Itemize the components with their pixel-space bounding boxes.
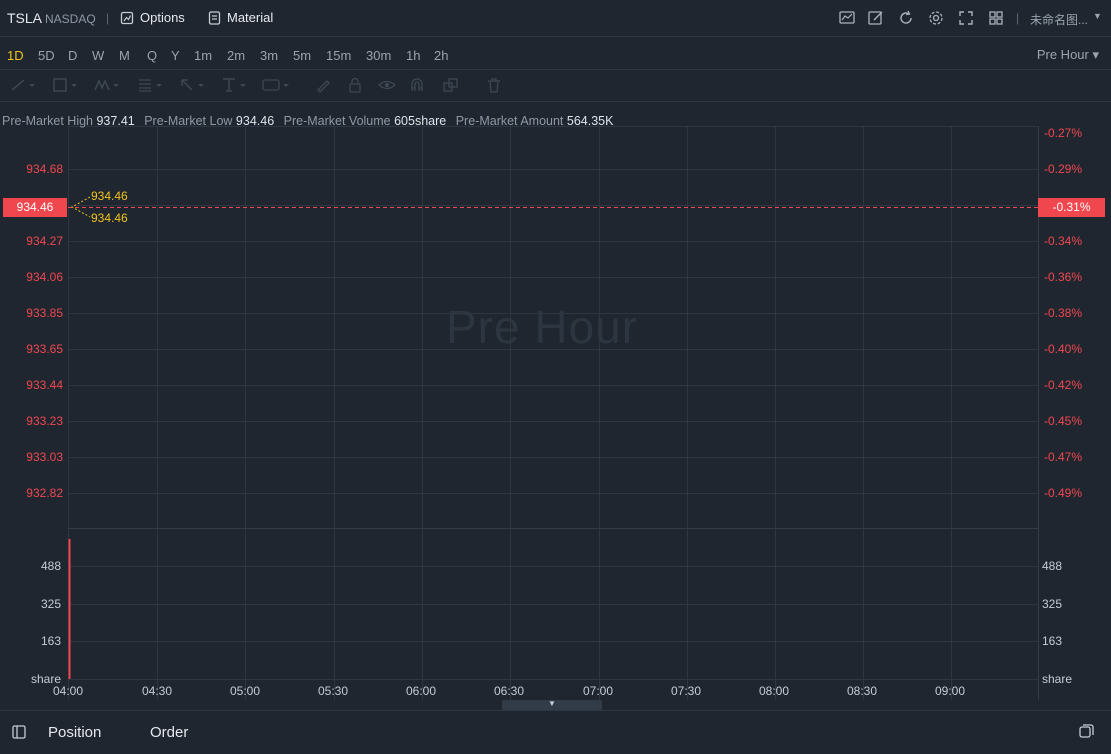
time-axis-label: 07:30	[670, 684, 702, 698]
high-marker-label: 934.46	[91, 189, 128, 203]
pct-axis-label: -0.42%	[1044, 378, 1083, 392]
tab-order[interactable]: Order	[150, 724, 188, 741]
pct-axis-label: -0.40%	[1044, 342, 1083, 356]
bottom-panel-bar: Position Order	[0, 710, 1111, 754]
pct-axis-label: -0.47%	[1044, 450, 1083, 464]
time-axis-label: 09:00	[934, 684, 966, 698]
price-axis-label: 934.06	[26, 270, 63, 284]
time-axis-label: 07:00	[582, 684, 614, 698]
pct-axis-label: -0.49%	[1044, 486, 1083, 500]
time-axis-label: 06:30	[493, 684, 525, 698]
price-axis-label: 933.23	[26, 414, 63, 428]
chevron-down-icon: ▼	[548, 699, 556, 708]
current-pct-tag: -0.31%	[1038, 198, 1105, 217]
premarket-low-value: 934.46	[235, 114, 275, 128]
volume-axis-label-right: 325	[1042, 597, 1063, 611]
premarket-amount-label: Pre-Market Amount	[455, 114, 564, 128]
volume-axis-label-left: 163	[41, 634, 62, 648]
volume-axis-label-right: 488	[1042, 559, 1063, 573]
price-axis-label: 934.27	[26, 234, 63, 248]
price-axis-label: 934.68	[26, 162, 63, 176]
premarket-volume-value: 605share	[394, 114, 447, 128]
time-axis-label: 06:00	[405, 684, 437, 698]
pct-axis-label: -0.38%	[1044, 306, 1083, 320]
pct-axis-label: -0.36%	[1044, 270, 1083, 284]
price-axis-label: 933.03	[26, 450, 63, 464]
pct-axis-label: -0.34%	[1044, 234, 1083, 248]
price-axis-label: 932.82	[26, 486, 63, 500]
premarket-low-label: Pre-Market Low	[144, 114, 233, 128]
chart-grid	[68, 126, 1038, 700]
volume-bar	[68, 539, 71, 679]
price-axis-label: 933.85	[26, 306, 63, 320]
panel-collapse-handle[interactable]: ▼	[502, 699, 602, 710]
volume-axis-label-left: 325	[41, 597, 62, 611]
premarket-volume-label: Pre-Market Volume	[283, 114, 391, 128]
volume-unit-right: share	[1042, 672, 1073, 686]
volume-axis-label-right: 163	[1042, 634, 1063, 648]
pct-axis-label: -0.27%	[1044, 126, 1083, 140]
premarket-amount-value: 564.35K	[566, 114, 614, 128]
popout-icon[interactable]	[1079, 724, 1094, 744]
low-marker-label: 934.46	[91, 211, 128, 225]
time-axis-label: 05:00	[229, 684, 261, 698]
premarket-high-label: Pre-Market High	[2, 114, 93, 128]
current-price-tag: 934.46	[3, 198, 67, 217]
time-axis-label: 08:30	[846, 684, 878, 698]
premarket-stats: Pre-Market High 937.41 Pre-Market Low 93…	[2, 114, 619, 128]
sidebar-toggle-icon[interactable]	[12, 725, 26, 744]
time-axis-label: 04:30	[141, 684, 173, 698]
high-low-marker-lines	[70, 196, 91, 218]
session-watermark: Pre Hour	[446, 301, 639, 353]
price-chart[interactable]	[0, 0, 1111, 753]
pct-axis-label: -0.45%	[1044, 414, 1083, 428]
premarket-high-value: 937.41	[96, 114, 135, 128]
time-axis-label: 04:00	[52, 684, 84, 698]
time-axis-label: 05:30	[317, 684, 349, 698]
pct-axis-label: -0.29%	[1044, 162, 1083, 176]
price-axis-label: 933.65	[26, 342, 63, 356]
tab-position[interactable]: Position	[48, 724, 101, 741]
volume-axis-label-left: 488	[41, 559, 62, 573]
price-axis-label: 933.44	[26, 378, 63, 392]
time-axis-label: 08:00	[758, 684, 790, 698]
